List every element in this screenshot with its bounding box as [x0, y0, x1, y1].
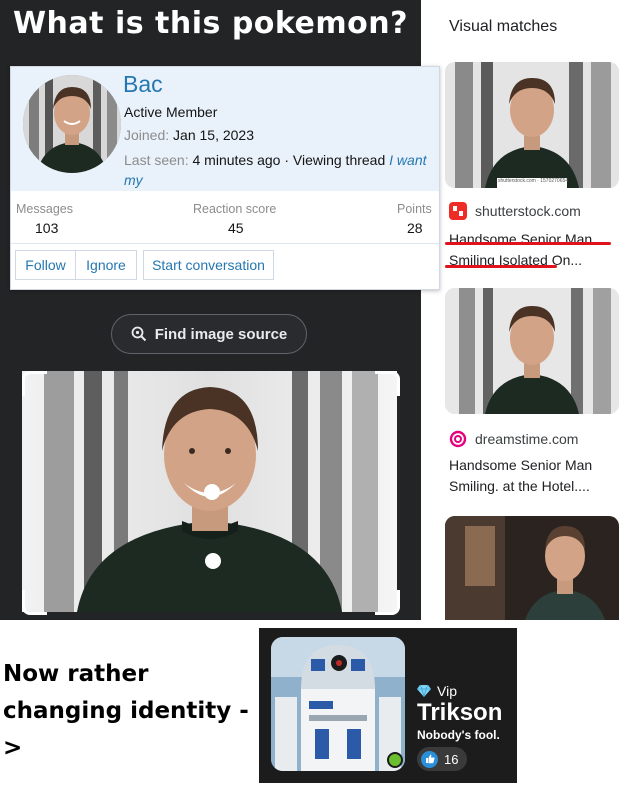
reaction-score-pill[interactable]: 16	[417, 747, 467, 771]
member-name[interactable]: Trikson	[417, 699, 502, 727]
visual-matches-heading: Visual matches	[449, 18, 558, 35]
match-thumbnail[interactable]	[445, 516, 619, 620]
last-seen-label: Last seen:	[124, 152, 189, 168]
lens-search-icon	[131, 326, 146, 342]
card-divider	[11, 243, 439, 244]
red-underline-annotation	[445, 242, 611, 245]
follow-button[interactable]: Follow	[15, 250, 76, 280]
caption-line: changing identity ->	[3, 698, 249, 761]
stat-reaction-label: Reaction score	[193, 202, 277, 216]
match-thumbnail[interactable]	[445, 62, 619, 188]
ignore-button[interactable]: Ignore	[75, 250, 137, 280]
match-thumbnail[interactable]	[445, 288, 619, 414]
reaction-count: 16	[444, 751, 459, 767]
meme-caption-bottom: Now rather changing identity ->	[3, 656, 263, 767]
shutterstock-icon	[449, 202, 467, 220]
online-status-indicator	[387, 752, 403, 768]
vip-label: Vip	[437, 683, 457, 699]
member-tagline: Nobody's fool.	[417, 728, 500, 742]
stat-messages-label: Messages	[16, 202, 73, 216]
meme-caption-top: What is this pokemon?	[12, 6, 409, 41]
avatar-image	[23, 75, 121, 173]
crop-corner-handle[interactable]	[375, 371, 400, 396]
joined-label: Joined:	[124, 127, 170, 143]
man-portrait-image	[445, 62, 619, 188]
joined-date-row: Joined: Jan 15, 2023	[124, 127, 254, 143]
match-source-dreamstime[interactable]: dreamstime.com	[449, 430, 578, 448]
caption-line: Now rather	[3, 661, 149, 687]
user-profile-card: Bac Active Member Joined: Jan 15, 2023 L…	[10, 66, 440, 290]
stat-reaction-value[interactable]: 45	[228, 220, 244, 236]
r2d2-image	[271, 637, 405, 771]
crop-corner-handle[interactable]	[375, 590, 400, 615]
red-underline-annotation	[445, 265, 557, 268]
crop-corner-handle[interactable]	[22, 590, 47, 615]
find-image-source-button[interactable]: Find image source	[111, 314, 307, 354]
match-source-label: shutterstock.com	[475, 203, 581, 219]
stat-messages-value: 103	[35, 220, 59, 236]
crop-corner-handle[interactable]	[22, 371, 47, 396]
thumbs-up-icon	[421, 750, 438, 768]
joined-value: Jan 15, 2023	[173, 127, 255, 143]
thumbnail-watermark: shutterstock.com · 1570270654	[498, 178, 569, 184]
stat-points-label: Points	[397, 202, 432, 216]
man-portrait-image	[445, 516, 619, 620]
last-seen-row: Last seen: 4 minutes ago · Viewing threa…	[124, 150, 429, 190]
user-title: Active Member	[124, 104, 218, 120]
last-seen-value: 4 minutes ago · Viewing thread	[192, 152, 386, 168]
find-image-source-label: Find image source	[154, 325, 288, 343]
lens-focus-dot[interactable]	[205, 553, 221, 569]
diamond-icon	[417, 685, 431, 697]
start-conversation-button[interactable]: Start conversation	[143, 250, 274, 280]
match-title-link[interactable]: Handsome Senior Man Smiling. at the Hote…	[449, 455, 619, 497]
match-source-shutterstock[interactable]: shutterstock.com	[449, 202, 581, 220]
r2d2-avatar[interactable]	[271, 637, 405, 771]
lens-focus-dot[interactable]	[204, 484, 220, 500]
vip-badge: Vip	[417, 683, 457, 699]
stat-points-value[interactable]: 28	[407, 220, 423, 236]
lens-selected-image[interactable]	[22, 371, 397, 612]
dreamstime-icon	[449, 430, 467, 448]
match-source-label: dreamstime.com	[475, 431, 579, 447]
avatar[interactable]	[23, 75, 121, 173]
man-portrait-image	[445, 288, 619, 414]
profile-username[interactable]: Bac	[123, 71, 163, 98]
